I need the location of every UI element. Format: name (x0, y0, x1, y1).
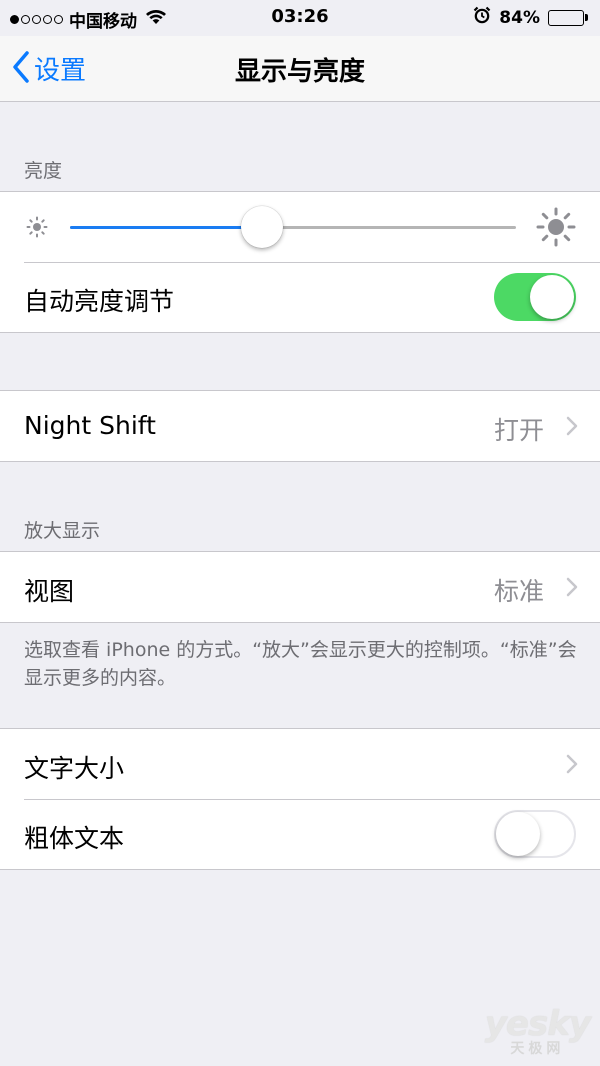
night-shift-value: 打开 (493, 416, 544, 445)
yesky-watermark-logo: yesky 天极网 (484, 1004, 591, 1057)
brightness-low-icon (25, 215, 49, 243)
view-label: 视图 (24, 577, 75, 606)
night-shift-group: Night Shift 打开 (0, 390, 600, 462)
text-size-row[interactable]: 文字大小 (0, 729, 600, 799)
text-size-label: 文字大小 (24, 754, 125, 783)
auto-brightness-row: 自动亮度调节 (0, 262, 600, 332)
view-row[interactable]: 视图 标准 (0, 552, 600, 622)
status-right: 84% (473, 6, 588, 29)
navigation-bar: 设置 显示与亮度 (0, 36, 600, 102)
status-bar: 中国移动 03:26 84% (0, 0, 600, 36)
chevron-right-icon (566, 416, 578, 440)
brightness-high-icon (536, 207, 576, 251)
zoom-section-header: 放大显示 (24, 520, 101, 542)
brightness-group: 自动亮度调节 (0, 191, 600, 333)
battery-percent: 84% (499, 7, 540, 28)
bold-text-row: 粗体文本 (0, 799, 600, 869)
zoom-group: 视图 标准 (0, 551, 600, 623)
bold-text-toggle[interactable] (494, 810, 576, 858)
chevron-right-icon (566, 577, 578, 601)
text-group: 文字大小 粗体文本 (0, 728, 600, 870)
brightness-section-header: 亮度 (24, 160, 63, 182)
alarm-icon (473, 6, 491, 29)
toggle-knob (496, 812, 540, 856)
battery-icon (548, 9, 588, 26)
brightness-slider-thumb[interactable] (240, 206, 283, 248)
zoom-footer-note: 选取查看 iPhone 的方式。“放大”会显示更大的控制项。“标准”会显示更多的… (24, 639, 577, 689)
toggle-knob (530, 275, 574, 319)
brightness-slider-row (0, 192, 600, 262)
brightness-slider[interactable] (70, 206, 516, 248)
page-title: 显示与亮度 (234, 57, 365, 87)
night-shift-row[interactable]: Night Shift 打开 (0, 391, 600, 461)
auto-brightness-label: 自动亮度调节 (24, 287, 175, 316)
bold-text-label: 粗体文本 (24, 824, 125, 853)
chevron-right-icon (566, 754, 578, 778)
night-shift-label: Night Shift (24, 411, 156, 440)
view-value: 标准 (493, 577, 544, 606)
brightness-slider-fill (70, 226, 262, 229)
auto-brightness-toggle[interactable] (494, 273, 576, 321)
